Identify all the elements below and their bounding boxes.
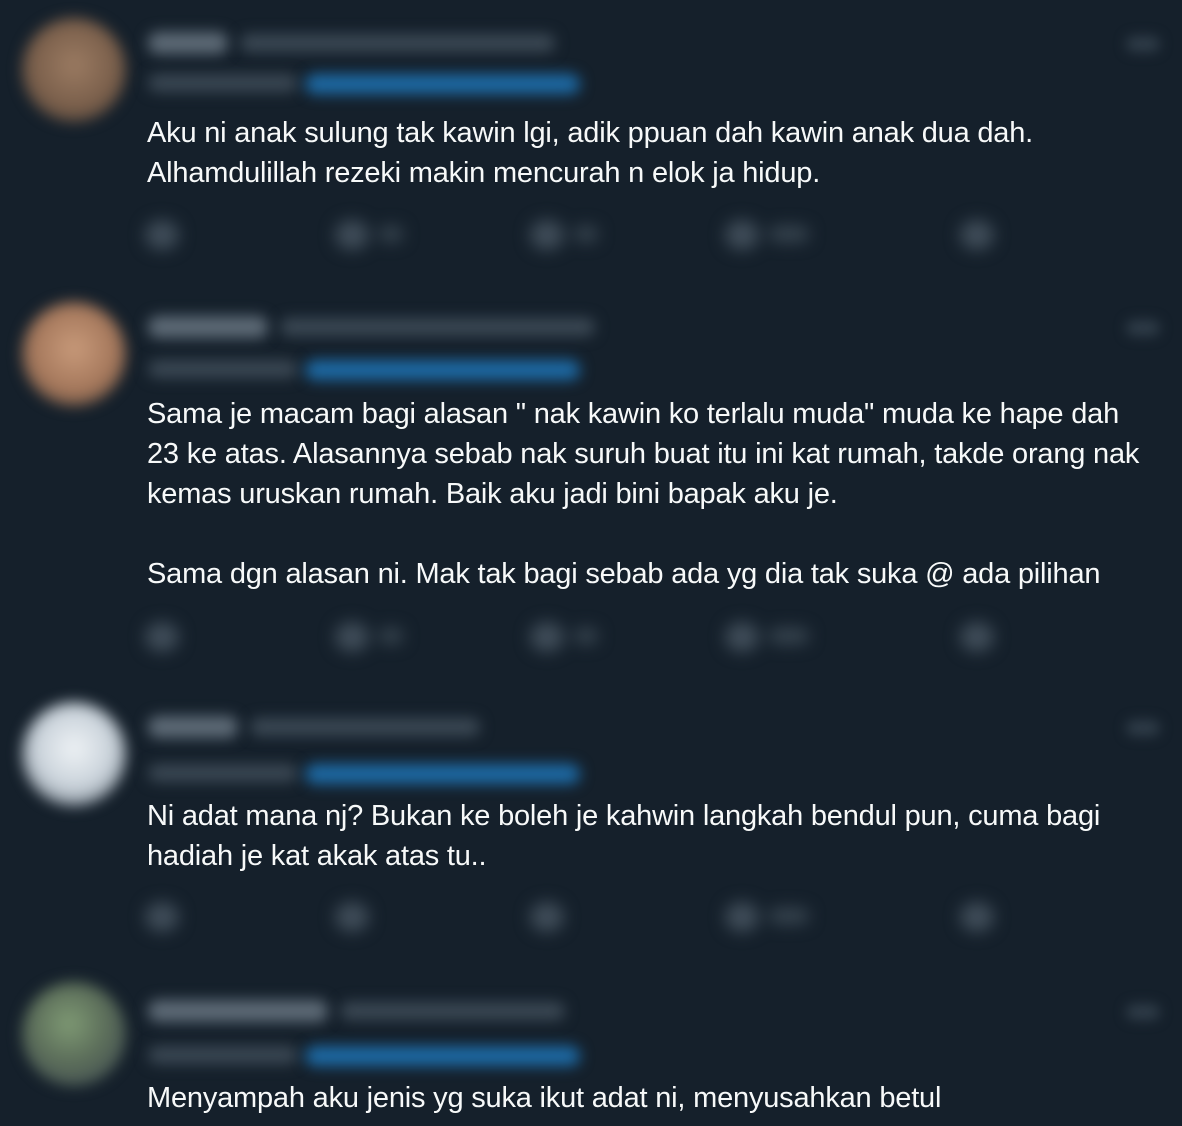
replying-to-handle[interactable] xyxy=(305,74,580,94)
reply-button[interactable] xyxy=(145,898,185,934)
like-icon xyxy=(530,622,564,652)
views-icon xyxy=(725,902,759,932)
reply-icon xyxy=(145,622,179,652)
replying-to-handle[interactable] xyxy=(305,1046,580,1066)
views-button[interactable] xyxy=(725,898,835,934)
reply-feed: Aku ni anak sulung tak kawin lgi, adik p… xyxy=(0,0,1182,1126)
like-button[interactable] xyxy=(530,618,610,654)
like-button[interactable] xyxy=(530,216,610,252)
like-count xyxy=(574,628,598,644)
tweet-actions xyxy=(145,898,1045,938)
tweet-text: Aku ni anak sulung tak kawin lgi, adik p… xyxy=(147,117,1034,189)
tweet-actions xyxy=(145,618,1045,658)
avatar[interactable] xyxy=(22,982,126,1086)
tweet-text: Ni adat mana nj? Bukan ke boleh je kahwi… xyxy=(147,800,1108,872)
views-icon xyxy=(725,220,759,250)
retweet-icon xyxy=(335,622,369,652)
retweet-button[interactable] xyxy=(335,618,415,654)
more-options-icon[interactable] xyxy=(1126,320,1160,336)
author-name[interactable] xyxy=(148,716,238,738)
retweet-button[interactable] xyxy=(335,216,415,252)
tweet-text: Sama je macam bagi alasan " nak kawin ko… xyxy=(147,398,1140,590)
avatar[interactable] xyxy=(22,18,126,122)
reply-icon xyxy=(145,220,179,250)
reply-icon xyxy=(145,902,179,932)
more-options-icon[interactable] xyxy=(1126,1004,1160,1020)
retweet-count xyxy=(379,226,403,242)
like-button[interactable] xyxy=(530,898,610,934)
views-button[interactable] xyxy=(725,216,835,252)
replying-to-label xyxy=(148,1046,298,1064)
retweet-count xyxy=(379,628,403,644)
tweet-text: Menyampah aku jenis yg suka ikut adat ni… xyxy=(147,1082,942,1114)
retweet-icon xyxy=(335,220,369,250)
tweet-actions xyxy=(145,216,1045,256)
like-icon xyxy=(530,902,564,932)
views-icon xyxy=(725,622,759,652)
tweet-reply[interactable]: Menyampah aku jenis yg suka ikut adat ni… xyxy=(0,970,1182,1126)
reply-button[interactable] xyxy=(145,216,185,252)
author-handle-and-time xyxy=(250,718,480,736)
views-count xyxy=(769,226,809,242)
share-icon xyxy=(960,220,994,250)
replying-to-label xyxy=(148,764,298,782)
share-button[interactable] xyxy=(960,898,1000,934)
author-name[interactable] xyxy=(148,1000,328,1022)
replying-to-handle[interactable] xyxy=(305,360,580,380)
tweet-reply[interactable]: Sama je macam bagi alasan " nak kawin ko… xyxy=(0,290,1182,690)
tweet-reply[interactable]: Ni adat mana nj? Bukan ke boleh je kahwi… xyxy=(0,690,1182,970)
author-name[interactable] xyxy=(148,316,268,338)
avatar[interactable] xyxy=(22,702,126,806)
more-options-icon[interactable] xyxy=(1126,720,1160,736)
avatar[interactable] xyxy=(22,302,126,406)
author-handle-and-time xyxy=(240,34,555,52)
more-options-icon[interactable] xyxy=(1126,36,1160,52)
author-name[interactable] xyxy=(148,32,228,54)
author-handle-and-time xyxy=(340,1002,565,1020)
replying-to-label xyxy=(148,360,298,378)
like-icon xyxy=(530,220,564,250)
retweet-button[interactable] xyxy=(335,898,415,934)
tweet-reply[interactable]: Aku ni anak sulung tak kawin lgi, adik p… xyxy=(0,0,1182,290)
replying-to-handle[interactable] xyxy=(305,764,580,784)
author-handle-and-time xyxy=(280,318,595,336)
views-button[interactable] xyxy=(725,618,835,654)
share-button[interactable] xyxy=(960,216,1000,252)
views-count xyxy=(769,628,809,644)
share-icon xyxy=(960,622,994,652)
share-button[interactable] xyxy=(960,618,1000,654)
reply-button[interactable] xyxy=(145,618,185,654)
views-count xyxy=(769,908,809,924)
like-count xyxy=(574,226,598,242)
share-icon xyxy=(960,902,994,932)
retweet-icon xyxy=(335,902,369,932)
replying-to-label xyxy=(148,74,298,92)
